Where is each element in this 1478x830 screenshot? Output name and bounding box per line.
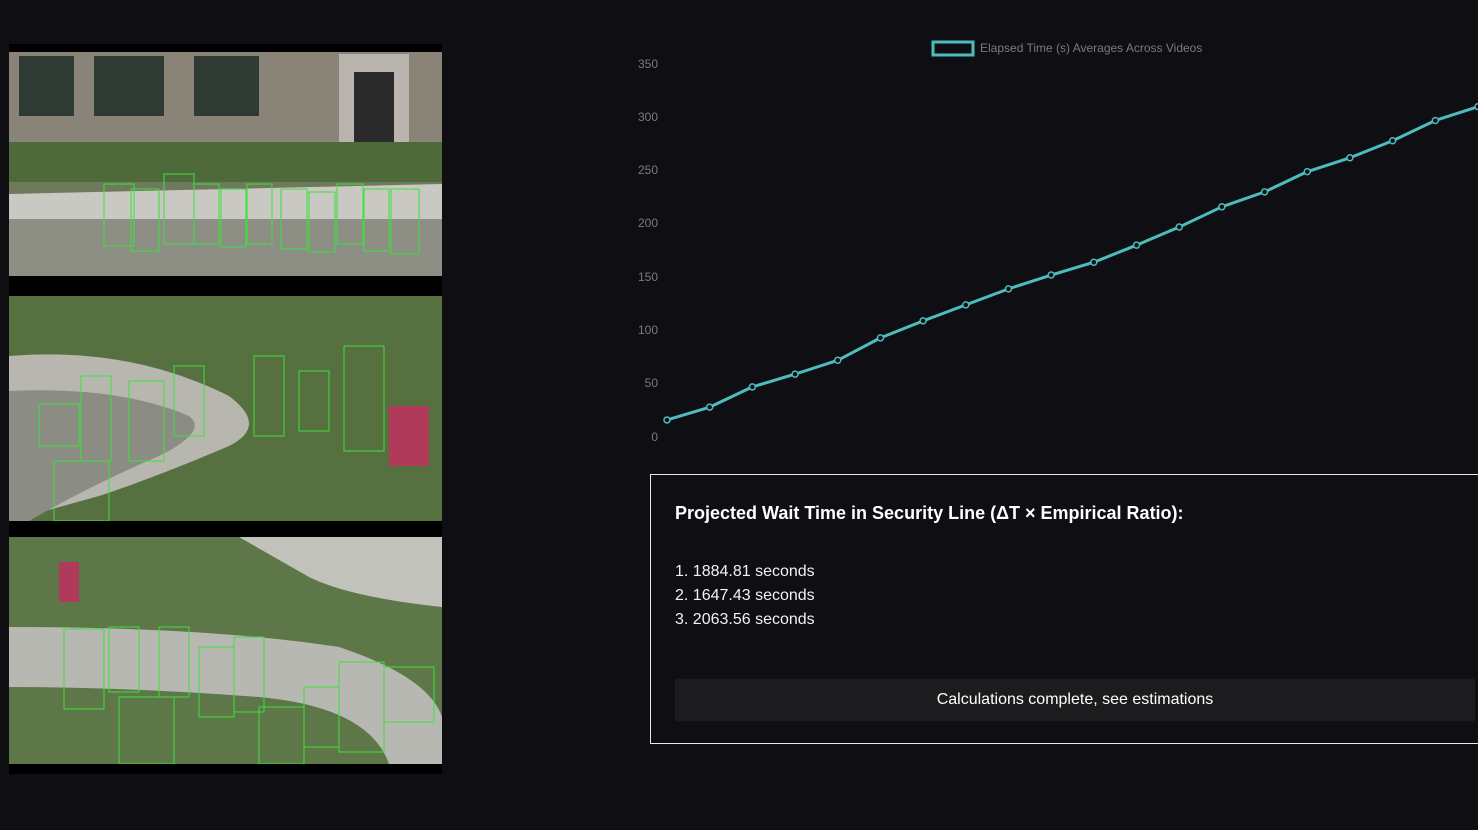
y-tick-label: 300 <box>638 110 658 124</box>
data-point[interactable] <box>1346 154 1354 162</box>
results-list: 1. 1884.81 seconds 2. 1647.43 seconds 3.… <box>675 560 815 632</box>
series-line <box>666 105 1478 422</box>
data-point[interactable] <box>791 370 799 378</box>
legend-label: Elapsed Time (s) Averages Across Videos <box>980 41 1202 55</box>
y-tick-label: 0 <box>651 430 658 444</box>
y-tick-label: 50 <box>645 376 659 390</box>
drone-image-2 <box>9 296 442 537</box>
result-item: 1. 1884.81 seconds <box>675 563 815 580</box>
y-tick-label: 250 <box>638 163 658 177</box>
y-axis-ticks: 350 300 250 200 150 100 50 0 <box>638 57 658 444</box>
data-point[interactable] <box>1047 271 1055 279</box>
data-point[interactable] <box>1132 241 1141 249</box>
y-tick-label: 100 <box>638 323 658 337</box>
elapsed-time-line-chart: Elapsed Time (s) Averages Across Videos … <box>638 40 1478 444</box>
video-frame-1 <box>9 44 442 296</box>
data-point[interactable] <box>1388 136 1397 145</box>
data-point[interactable] <box>748 383 757 391</box>
data-point[interactable] <box>663 416 671 424</box>
chart-legend: Elapsed Time (s) Averages Across Videos <box>931 40 1202 57</box>
data-point[interactable] <box>876 334 885 342</box>
y-tick-label: 350 <box>638 57 658 71</box>
video-frame-3 <box>9 537 442 774</box>
y-tick-label: 200 <box>638 216 658 230</box>
data-point[interactable] <box>1303 167 1312 176</box>
results-title: Projected Wait Time in Security Line (ΔT… <box>675 503 1184 523</box>
drone-image-1 <box>9 44 442 296</box>
video-frame-2 <box>9 296 442 537</box>
data-point[interactable] <box>1431 116 1440 125</box>
result-item: 3. 2063.56 seconds <box>675 611 815 628</box>
data-point[interactable] <box>1004 285 1013 293</box>
data-point[interactable] <box>1175 223 1183 231</box>
result-item: 2. 1647.43 seconds <box>675 587 815 604</box>
data-point[interactable] <box>1260 188 1269 196</box>
projected-wait-time-panel: Projected Wait Time in Security Line (ΔT… <box>650 474 1478 744</box>
drone-image-3 <box>9 537 442 774</box>
legend-swatch <box>931 40 975 57</box>
data-point[interactable] <box>833 356 842 365</box>
data-point[interactable] <box>705 403 714 411</box>
y-tick-label: 150 <box>638 270 658 284</box>
data-point[interactable] <box>1090 258 1098 266</box>
data-point[interactable] <box>919 317 927 325</box>
data-point[interactable] <box>1218 203 1226 211</box>
status-message: Calculations complete, see estimations <box>675 679 1475 721</box>
data-point[interactable] <box>962 301 970 309</box>
plot-area <box>663 102 1478 424</box>
